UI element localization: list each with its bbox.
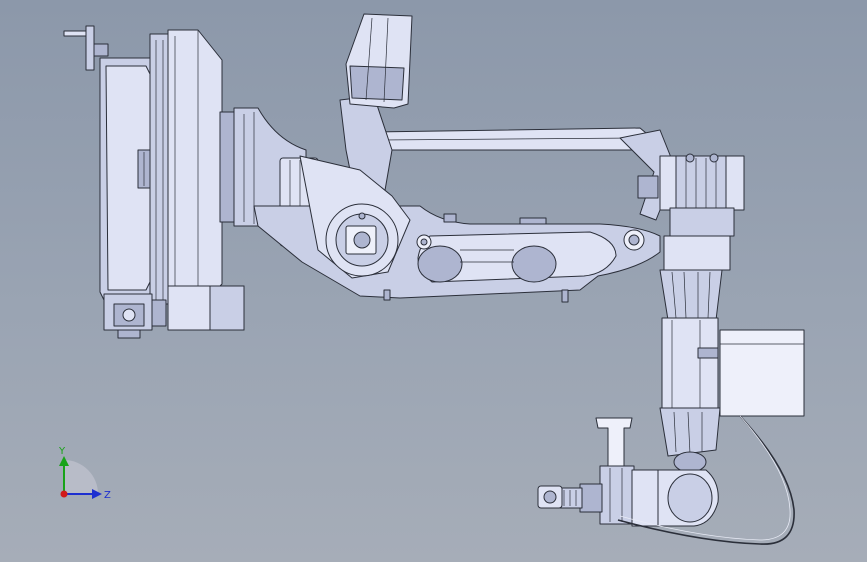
forearm-taper xyxy=(659,269,723,321)
axis-triad: Y Z xyxy=(58,446,111,501)
base-assembly xyxy=(63,25,245,339)
base-rail xyxy=(149,33,171,305)
controller-box xyxy=(719,329,805,417)
triad-z-label: Z xyxy=(104,490,111,501)
base-motor-knob xyxy=(117,329,141,339)
triad-quarter-disc xyxy=(64,460,98,494)
tool-flange xyxy=(599,465,635,525)
base-housing xyxy=(167,29,223,309)
robot-arm-drawing: Y Z xyxy=(58,13,805,545)
lower-arm xyxy=(253,155,661,303)
base-pin-top xyxy=(63,30,89,37)
triad-origin xyxy=(60,490,68,498)
base-pin-post xyxy=(85,25,95,71)
tool-bracket xyxy=(595,417,633,469)
forearm xyxy=(659,269,805,473)
forearm-tube xyxy=(661,317,719,411)
triad-y-label: Y xyxy=(58,446,66,457)
tool-spindle xyxy=(579,483,603,513)
base-pin-bracket xyxy=(93,43,109,57)
wrist-collar xyxy=(669,207,735,237)
cad-viewport[interactable]: Y Z xyxy=(0,0,867,562)
